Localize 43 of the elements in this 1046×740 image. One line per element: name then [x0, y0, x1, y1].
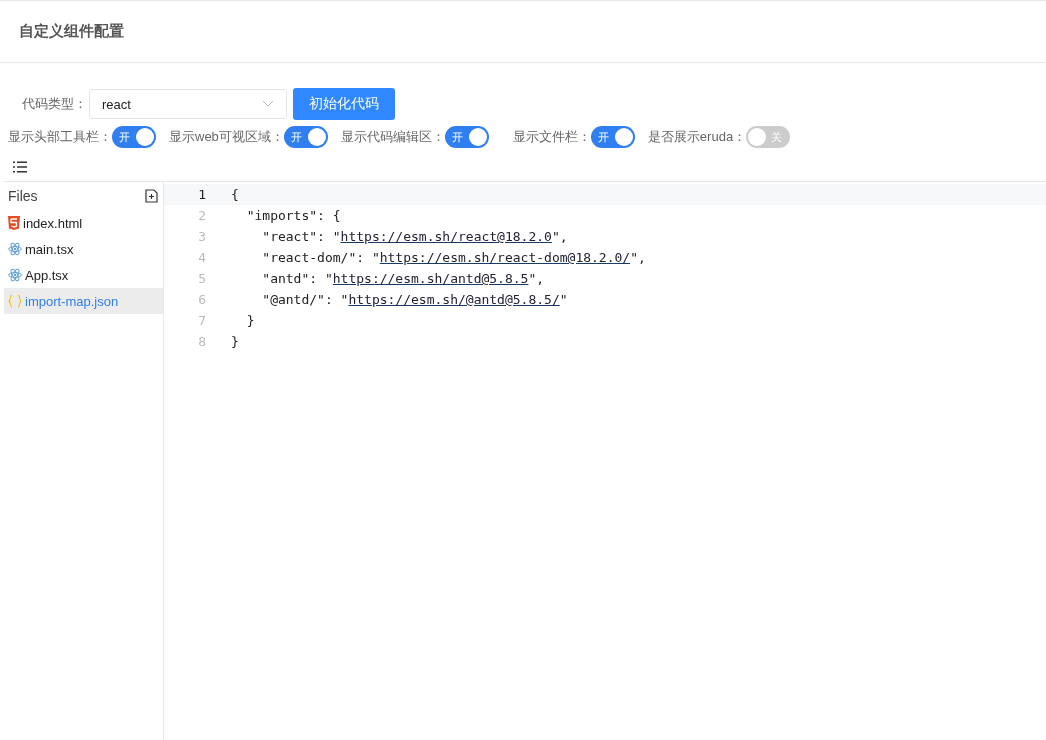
list-icon[interactable]: [13, 161, 27, 173]
add-file-icon[interactable]: [145, 189, 158, 203]
code-line: "imports": {: [245, 208, 341, 223]
braces-icon: [8, 294, 22, 308]
url-link[interactable]: https://esm.sh/react-dom@18.2.0/: [379, 250, 631, 265]
toggle-switch[interactable]: 开: [444, 126, 489, 148]
url-link[interactable]: https://esm.sh/@antd@5.8.5/: [348, 292, 560, 307]
chevron-down-icon: [262, 100, 274, 108]
line-number: 8: [197, 334, 207, 349]
code-line: "react": "https://esm.sh/react@18.2.0",: [261, 229, 568, 244]
toggle-switch[interactable]: 开: [112, 126, 156, 148]
file-item[interactable]: main.tsx: [4, 236, 163, 262]
code-type-select[interactable]: react: [89, 89, 287, 119]
atom-icon: [8, 242, 22, 256]
line-number: 6: [197, 292, 207, 307]
code-line: "antd": "https://esm.sh/antd@5.8.5",: [261, 271, 545, 286]
file-item[interactable]: index.html: [4, 210, 163, 236]
line-number: 4: [197, 250, 207, 265]
code-line: }: [231, 334, 239, 349]
toggle-label: 显示web可视区域：: [169, 128, 284, 146]
page-title: 自定义组件配置: [19, 22, 124, 41]
code-type-label: 代码类型：: [22, 95, 87, 113]
toggle-switch[interactable]: 开: [590, 126, 635, 148]
code-line: "@antd/": "https://esm.sh/@antd@5.8.5/": [261, 292, 568, 307]
file-item[interactable]: App.tsx: [4, 262, 163, 288]
code-line: }: [245, 313, 255, 328]
line-number: 7: [197, 313, 207, 328]
code-line: "react-dom/": "https://esm.sh/react-dom@18.2.0/",: [261, 250, 646, 265]
toggle-label: 显示头部工具栏：: [8, 128, 112, 146]
line-number: 3: [197, 229, 207, 244]
line-number: 5: [197, 271, 207, 286]
atom-icon: [8, 268, 22, 282]
url-link[interactable]: https://esm.sh/react@18.2.0: [340, 229, 552, 244]
toggle-label: 显示文件栏：: [512, 128, 591, 146]
toggle-label: 是否展示eruda：: [647, 128, 747, 146]
toggle-switch[interactable]: 开: [283, 126, 328, 148]
line-number: 1: [197, 187, 207, 202]
code-line: {: [231, 187, 239, 202]
html-file-icon: [8, 216, 20, 230]
line-number: 2: [197, 208, 207, 223]
toggle-label: 显示代码编辑区：: [340, 128, 445, 146]
url-link[interactable]: https://esm.sh/antd@5.8.5: [332, 271, 529, 286]
files-title: Files: [8, 188, 38, 204]
